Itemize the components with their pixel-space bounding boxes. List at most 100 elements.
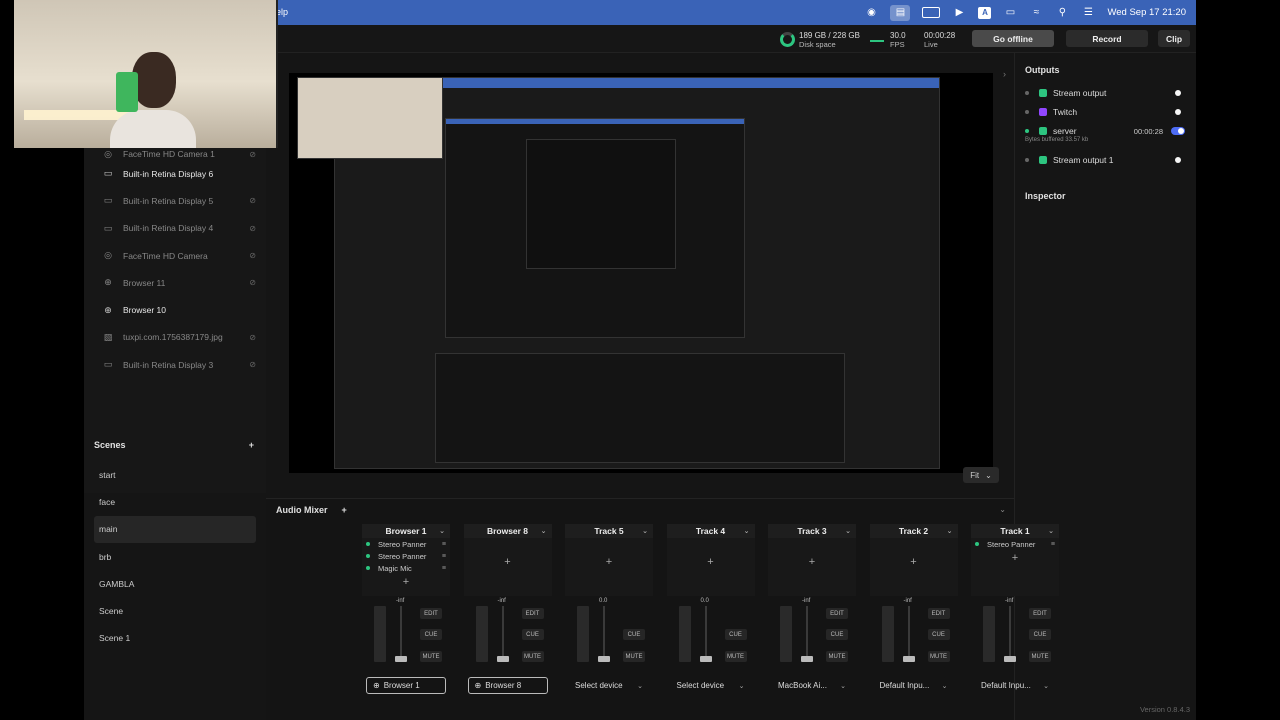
volume-fader-track[interactable] [501, 606, 504, 662]
volume-fader-track[interactable] [603, 606, 605, 662]
volume-fader-knob[interactable] [902, 656, 915, 662]
device-select[interactable]: ⊕ Browser 1 [366, 677, 446, 694]
volume-fader-knob[interactable] [801, 656, 813, 662]
edit-button[interactable]: EDIT [927, 608, 950, 619]
chevron-down-icon[interactable]: ⌄ [541, 527, 547, 535]
eye-off-icon[interactable]: ⊘ [249, 150, 256, 159]
source-item[interactable]: ⊕ Browser 10 [96, 296, 256, 323]
device-select[interactable]: MacBook Ai... ⌄ [772, 677, 852, 694]
cue-button[interactable]: CUE [826, 629, 848, 640]
output-toggle[interactable] [1171, 127, 1185, 135]
effect-item[interactable]: Stereo Panner ≡ [971, 538, 1059, 550]
screen-share-icon[interactable]: ▤ [890, 4, 911, 21]
eye-off-icon[interactable]: ⊘ [249, 196, 256, 205]
control-center-icon[interactable]: ☰ [1081, 7, 1095, 19]
edit-button[interactable]: EDIT [420, 608, 442, 619]
source-item[interactable]: ▭ Built-in Retina Display 6 [96, 160, 256, 187]
chevron-down-icon[interactable]: ⌄ [947, 527, 953, 535]
device-select[interactable]: ⊕ Browser 8 [467, 677, 548, 694]
preview-canvas[interactable] [289, 73, 993, 473]
source-item[interactable]: ◎ FaceTime HD Camera ⊘ [96, 242, 256, 269]
scene-item[interactable]: Scene [94, 597, 256, 624]
edit-button[interactable]: EDIT [1029, 608, 1051, 619]
mute-button[interactable]: MUTE [927, 651, 950, 662]
add-effect-icon[interactable]: + [565, 556, 653, 568]
volume-fader-knob[interactable] [1004, 656, 1016, 662]
source-item[interactable]: ▭ Built-in Retina Display 4 ⊘ [96, 215, 256, 242]
input-source-icon[interactable]: A [978, 6, 992, 19]
effect-item[interactable]: Stereo Panner ≡ [362, 538, 450, 550]
source-item[interactable]: ⊕ Browser 11 ⊘ [96, 269, 256, 296]
sliders-icon[interactable]: ≡ [442, 541, 446, 548]
volume-fader-knob[interactable] [699, 656, 712, 662]
clip-button[interactable]: Clip [1158, 30, 1190, 47]
source-item[interactable]: ▭ Built-in Retina Display 5 ⊘ [96, 187, 256, 214]
record-button[interactable]: Record [1066, 30, 1148, 47]
add-effect-icon[interactable]: + [362, 576, 450, 588]
eye-off-icon[interactable]: ⊘ [249, 278, 256, 287]
strip-header[interactable]: Track 3 ⌄ [768, 524, 856, 538]
add-effect-icon[interactable]: + [667, 556, 755, 568]
scene-item[interactable]: GAMBLA [94, 570, 256, 597]
eye-off-icon[interactable]: ⊘ [249, 360, 256, 369]
device-select[interactable]: Default Inpu... ⌄ [874, 677, 954, 694]
cue-button[interactable]: CUE [1029, 629, 1051, 640]
chevron-down-icon[interactable]: ⌄ [845, 527, 851, 535]
mute-button[interactable]: MUTE [724, 651, 747, 662]
search-icon[interactable]: ⚲ [1055, 7, 1069, 19]
edit-button[interactable]: EDIT [826, 608, 848, 619]
volume-fader-track[interactable] [806, 606, 808, 662]
play-icon[interactable]: ▶ [952, 7, 966, 19]
source-item[interactable]: ◎ FaceTime HD Camera 1 ⊘ [96, 148, 256, 160]
add-effect-icon[interactable]: + [768, 556, 856, 568]
volume-fader-knob[interactable] [598, 656, 610, 662]
scene-item[interactable]: main [94, 515, 256, 543]
strip-header[interactable]: Track 2 ⌄ [869, 524, 958, 538]
scene-item[interactable]: face [94, 488, 256, 515]
mute-button[interactable]: MUTE [623, 651, 645, 662]
mute-button[interactable]: MUTE [826, 651, 848, 662]
sliders-icon[interactable]: ≡ [1051, 541, 1055, 548]
sliders-icon[interactable]: ≡ [442, 553, 446, 560]
mute-button[interactable]: MUTE [1029, 651, 1051, 662]
device-select[interactable]: Default Inpu... ⌄ [975, 677, 1055, 694]
shield-icon[interactable]: ◉ [864, 7, 878, 19]
output-item[interactable]: Stream output 1 [1025, 151, 1187, 169]
scene-item[interactable]: Scene 1 [94, 625, 256, 652]
add-scene-icon[interactable]: + [249, 440, 254, 450]
eye-off-icon[interactable]: ⊘ [249, 251, 256, 260]
strip-header[interactable]: Browser 1 ⌄ [362, 524, 450, 538]
clock[interactable]: Wed Sep 17 21:20 [1107, 7, 1186, 18]
output-item[interactable]: server 00:00:28 Bytes buffered 33.57 kb [1025, 122, 1187, 143]
add-track-icon[interactable]: + [342, 505, 347, 515]
effect-item[interactable]: Stereo Panner ≡ [362, 550, 450, 562]
fit-dropdown[interactable]: Fit ⌄ [963, 467, 999, 483]
source-item[interactable]: ▧ tuxpi.com.1756387179.jpg ⊘ [96, 324, 256, 351]
add-effect-icon[interactable]: + [870, 556, 958, 568]
chevron-down-icon[interactable]: ⌄ [744, 527, 750, 535]
output-item[interactable]: Stream output [1025, 84, 1187, 102]
sliders-icon[interactable]: ≡ [442, 565, 446, 572]
strip-header[interactable]: Browser 8 ⌄ [463, 524, 552, 538]
window-icon[interactable] [922, 7, 941, 18]
scene-item[interactable]: brb [94, 543, 256, 570]
volume-fader-knob[interactable] [496, 656, 509, 662]
source-item[interactable]: ▭ Built-in Retina Display 3 ⊘ [96, 351, 256, 378]
chevron-down-icon[interactable]: ⌄ [439, 527, 445, 535]
strip-header[interactable]: Track 4 ⌄ [666, 524, 755, 538]
output-item[interactable]: Twitch [1025, 103, 1187, 121]
volume-fader-track[interactable] [400, 606, 402, 662]
cue-button[interactable]: CUE [724, 629, 747, 640]
scene-item[interactable]: start [94, 461, 256, 488]
chevron-down-icon[interactable]: ⌄ [642, 527, 648, 535]
battery-icon[interactable]: ▭ [1003, 7, 1017, 19]
volume-fader-track[interactable] [704, 606, 707, 662]
volume-fader-track[interactable] [907, 606, 910, 662]
eye-off-icon[interactable]: ⊘ [249, 224, 256, 233]
volume-fader-track[interactable] [1009, 606, 1011, 662]
device-select[interactable]: Select device ⌄ [569, 677, 649, 694]
chevron-down-icon[interactable]: ⌄ [1048, 527, 1054, 535]
device-select[interactable]: Select device ⌄ [671, 677, 751, 694]
add-effect-icon[interactable]: + [464, 556, 552, 568]
wifi-icon[interactable]: ≈ [1029, 7, 1043, 19]
